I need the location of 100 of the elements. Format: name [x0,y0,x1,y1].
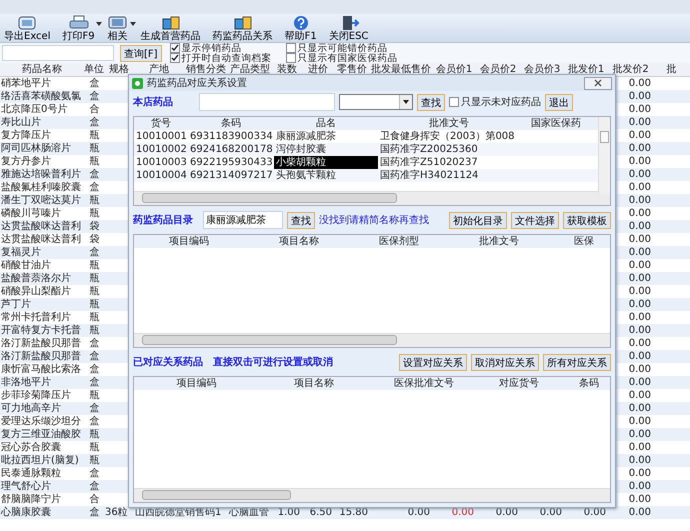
section-label: 药监药品目录 [133,214,193,227]
table-cell-text: 瓶 [88,311,100,324]
checkbox[interactable] [286,53,296,63]
table-cell[interactable]: 国药准字H34021124 [378,169,520,182]
column-header: 销售分类 [185,63,227,76]
find-button[interactable]: 查找 [417,94,445,110]
table-cell[interactable]: 泻停封胶囊 [274,143,378,156]
table-cell[interactable]: 10010001 [134,130,188,143]
table-cell-text: 盒 [88,415,100,428]
checkbox[interactable] [449,97,459,107]
column-header: 规格 [108,63,130,76]
column-header: 项目名称 [293,377,335,390]
find-button[interactable]: 查找 [287,212,315,228]
table-cell-text: 瓶 [88,441,100,454]
table-cell-text: 15.80 [338,506,369,519]
table-cell-text: 步菲珍菊降压片 [0,389,72,402]
action-button[interactable]: 设置对应关系 [399,354,467,370]
caret-icon[interactable] [96,22,102,26]
table-cell-text: 复方三维亚油酸胶 [0,428,82,441]
table-cell[interactable]: 6924168200178 [188,143,274,156]
checkbox[interactable] [170,53,180,63]
table-cell-text: 盒 [88,90,100,103]
table-cell-text: 瓶 [88,298,100,311]
table-cell-text: 瓶 [88,428,100,441]
toolbar-button[interactable]: 相关 [102,15,133,42]
table-cell-text: 0.00 [450,506,475,519]
table-cell-text: 盒 [88,181,100,194]
dialog-title: 药监药品对应关系设置 [147,76,247,90]
table-cell-text: 洛汀新盐酸贝那普 [0,337,82,350]
input-field[interactable] [199,93,335,111]
toolbar-button[interactable]: 关闭ESC [324,15,372,42]
table-cell[interactable]: 10010004 [134,169,188,182]
table-cell[interactable]: 卫食健身挥安（2003）第008 [378,130,520,143]
table-cell-text: 合 [88,103,100,116]
action-button[interactable]: 取消对应关系 [471,354,539,370]
table-cell-text: 洛汀新盐酸贝那普 [0,350,82,363]
scrollbar[interactable] [134,191,610,205]
table-cell-text: 瓶 [88,207,100,220]
table-cell[interactable]: 小柴胡颗粒 [274,156,378,169]
table-cell-text: 康忻富马酸比索洛 [0,363,82,376]
action-button[interactable]: 文件选择 [511,212,559,228]
column-header: 会员价2 [478,63,518,76]
table-cell-text: 吡拉西坦片(脑复) [0,454,80,467]
table-cell-text: 36粒 [104,506,129,519]
table-cell[interactable]: 国药准字Z51020237 [378,156,520,169]
dropdown[interactable] [339,94,413,110]
table-cell-text: 非洛地平片 [0,376,52,389]
table-cell-text: 0.00 [628,350,652,363]
table-cell-text: 盐酸氟桂利嗪胶囊 [0,181,82,194]
table-cell-text: 盒 [88,77,100,90]
checkbox[interactable] [170,43,180,53]
table-cell[interactable]: 头孢氨苄颗粒 [274,169,378,182]
table-cell-text: 袋 [88,233,100,246]
table-cell-text: 瓶 [88,324,100,337]
table-cell[interactable]: 6922195930433 [188,156,274,169]
table-cell[interactable]: 10010002 [134,143,188,156]
close-icon [594,79,602,87]
table-cell[interactable]: 10010003 [134,156,188,169]
action-button[interactable]: 所有对应关系 [543,354,611,370]
table-cell-text: 瓶 [88,155,100,168]
table-cell-text: 盐酸普萘洛尔片 [0,272,72,285]
table-cell-text: 0.00 [538,506,563,519]
table-cell[interactable]: 6921314097217 [188,169,274,182]
checkbox-label: 显示停销药品 [182,44,242,52]
scrollbar[interactable] [134,333,610,347]
exit-button[interactable]: 退出 [545,94,573,110]
toolbar-button[interactable]: 打印F9 [58,15,99,42]
table-cell-text: 复方丹参片 [0,155,52,168]
table-cell-text: 瓶 [88,259,100,272]
table-cell[interactable]: 国药准字Z20025360 [378,143,520,156]
table-cell-text: 0.00 [628,311,652,324]
table-cell-text: 阿司匹林肠溶片 [0,142,72,155]
search-field[interactable] [2,45,114,61]
caret-icon[interactable] [130,22,136,26]
table-cell[interactable]: 6931183900334 [188,130,274,143]
column-header: 批发最低售价 [370,63,432,76]
table-cell-text: 0.00 [582,506,607,519]
table-cell-text: 达贯盐酸咪达普利 [0,220,82,233]
toolbar-button[interactable]: 药监药品关系 [208,15,277,42]
scrollbar[interactable] [598,117,610,193]
action-button[interactable]: 初始化目录 [449,212,507,228]
checkbox[interactable] [286,43,296,53]
toolbar-button[interactable]: 生成首营药品 [136,15,205,42]
query-button[interactable]: 查询[F] [120,44,162,62]
table-cell-text: 盒 [88,376,100,389]
table-cell-text: 0.00 [628,298,652,311]
close-button[interactable] [584,76,612,90]
column-header: 装数 [276,63,298,76]
boxes-icon [232,15,254,31]
scrollbar[interactable] [134,488,610,502]
table-cell-text: 0.00 [406,506,431,519]
table-cell-text: 0.00 [628,181,652,194]
input-field[interactable]: 康丽源减肥茶 [203,211,283,229]
toolbar-button[interactable]: 帮助F1 [280,15,321,42]
toolbar-button[interactable]: 导出Excel [0,15,54,42]
column-header: 对应货号 [498,377,540,390]
table-cell-text: 盒 [88,480,100,493]
action-button[interactable]: 获取模板 [563,212,611,228]
table-cell-text: 常州卡托普利片 [0,311,72,324]
table-cell[interactable]: 康丽源减肥茶 [274,130,378,143]
